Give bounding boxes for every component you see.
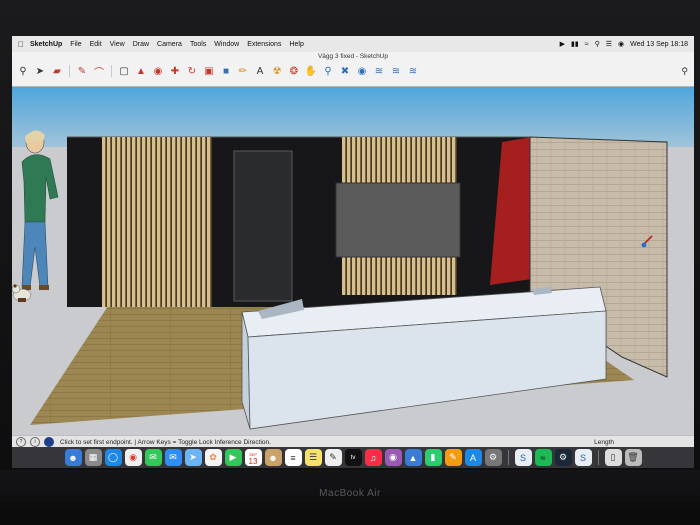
warehouse-icon[interactable]: ◉ [355, 64, 369, 78]
components-icon[interactable]: ■ [219, 64, 233, 78]
info-icon[interactable]: i [30, 437, 40, 447]
menu-file[interactable]: File [70, 41, 81, 48]
menu-view[interactable]: View [110, 41, 125, 48]
tape-measure-icon[interactable]: ✏ [236, 64, 250, 78]
dock-divider [507, 450, 509, 465]
pages-icon[interactable]: ✎ [444, 449, 462, 466]
app-menu[interactable]: SketchUp [30, 41, 62, 48]
chrome-icon[interactable]: ◉ [124, 449, 142, 466]
menubar-clock[interactable]: Wed 13 Sep 18:18 [630, 41, 688, 48]
arc-tool-icon[interactable]: ⌒ [92, 64, 106, 79]
model-viewport[interactable] [12, 87, 694, 435]
control-center-icon[interactable]: ☰ [606, 40, 612, 48]
wifi-icon[interactable]: ≈ [585, 41, 589, 48]
numbers-icon[interactable]: ▮ [424, 449, 442, 466]
dock-divider [597, 450, 599, 465]
credits-icon[interactable] [44, 437, 54, 447]
sketchup-viewer-icon[interactable]: S [574, 449, 592, 466]
rectangle-tool-icon[interactable]: ▢ [117, 64, 131, 78]
system-settings-icon[interactable]: ⚙ [484, 449, 502, 466]
music-icon[interactable]: ♫ [364, 449, 382, 466]
apple-tv-icon[interactable]: tv [344, 449, 362, 466]
search-icon[interactable]: ⚲ [595, 40, 600, 48]
scale-tool-icon[interactable]: ▣ [202, 64, 216, 78]
layout-icon[interactable]: ≋ [389, 64, 403, 78]
apple-tv-label: tv [350, 454, 356, 461]
pan-tool-icon[interactable]: ✋ [304, 64, 318, 78]
status-hint: Click to set first endpoint. | Arrow Key… [60, 438, 271, 446]
offset-tool-icon[interactable]: ◉ [151, 64, 165, 78]
instructor-icon[interactable]: ⚲ [681, 66, 688, 77]
mail-icon[interactable]: ✉ [164, 449, 182, 466]
launchpad-icon[interactable]: ▦ [84, 449, 102, 466]
reminders-icon[interactable]: ≡ [284, 449, 302, 466]
scene-canvas[interactable] [12, 87, 694, 435]
push-pull-tool-icon[interactable]: ▲ [134, 64, 148, 78]
geolocation-icon[interactable]: ? [16, 437, 26, 447]
share-model-icon[interactable]: ≋ [406, 64, 420, 78]
battery-icon[interactable]: ▮▮ [571, 40, 579, 48]
window-title: Vägg 3 fixed - SketchUp [317, 53, 389, 60]
dock: ☻ ▦ ◯ ◉ ✉ ✉ ➤ ✿ ▶ SEP 13 ☻ ≡ ☰ ✎ tv ♫ ◉ ▲… [12, 447, 694, 468]
toolbar-divider [69, 65, 70, 77]
podcasts-icon[interactable]: ◉ [384, 449, 402, 466]
select-tool-icon[interactable]: ➤ [33, 64, 47, 78]
finder-icon[interactable]: ☻ [64, 449, 82, 466]
toolbar-divider [111, 65, 112, 77]
menu-help[interactable]: Help [289, 41, 303, 48]
rotate-tool-icon[interactable]: ↻ [185, 64, 199, 78]
safari-icon[interactable]: ◯ [104, 449, 122, 466]
keynote-icon[interactable]: ▲ [404, 449, 422, 466]
paint-bucket-icon[interactable]: ☢ [270, 64, 284, 78]
calendar-day: 13 [248, 456, 258, 466]
downloads-stack-icon[interactable]: ▯ [604, 449, 622, 466]
app-store-icon[interactable]: A [464, 449, 482, 466]
steam-icon[interactable]: ⚙ [554, 449, 572, 466]
tv-screen[interactable] [335, 182, 461, 258]
extension-warehouse-icon[interactable]: ≋ [372, 64, 386, 78]
notes-icon[interactable]: ☰ [304, 449, 322, 466]
photos-icon[interactable]: ✿ [204, 449, 222, 466]
trash-icon[interactable]: 🗑 [624, 449, 642, 466]
door[interactable] [233, 150, 293, 302]
menu-extensions[interactable]: Extensions [247, 41, 281, 48]
menu-camera[interactable]: Camera [157, 41, 182, 48]
menu-draw[interactable]: Draw [133, 41, 149, 48]
screen:  SketchUp File Edit View Draw Camera To… [12, 36, 694, 468]
calendar-icon[interactable]: SEP 13 [244, 449, 262, 466]
apple-menu-icon[interactable]:  [12, 40, 30, 49]
spotify-icon[interactable]: ≈ [534, 449, 552, 466]
menu-edit[interactable]: Edit [90, 41, 102, 48]
sketchup-icon[interactable]: S [514, 449, 532, 466]
measurements-label: Length [594, 438, 614, 446]
text-tool-icon[interactable]: A [253, 64, 267, 78]
freeform-icon[interactable]: ✎ [324, 449, 342, 466]
orbit-tool-icon[interactable]: ❂ [287, 64, 301, 78]
left-slat-panel[interactable] [102, 137, 212, 307]
toolbar: Vägg 3 fixed - SketchUp ⚲ ➤ ▰ ✎ ⌒ ▢ ▲ ◉ … [12, 52, 694, 87]
pencil-tool-icon[interactable]: ✎ [75, 64, 89, 78]
messages-icon[interactable]: ✉ [144, 449, 162, 466]
move-tool-icon[interactable]: ✚ [168, 64, 182, 78]
menubar:  SketchUp File Edit View Draw Camera To… [12, 36, 694, 52]
tool-row: ⚲ ➤ ▰ ✎ ⌒ ▢ ▲ ◉ ✚ ↻ ▣ ■ ✏ A ☢ ❂ ✋ ⚲ ✖ ◉ … [16, 64, 420, 79]
contacts-icon[interactable]: ☻ [264, 449, 282, 466]
siri-icon[interactable]: ◉ [618, 40, 624, 48]
zoom-extents-icon[interactable]: ✖ [338, 64, 352, 78]
menu-tools[interactable]: Tools [190, 41, 206, 48]
search-icon[interactable]: ⚲ [16, 64, 30, 78]
zoom-tool-icon[interactable]: ⚲ [321, 64, 335, 78]
play-status-icon[interactable]: ▶ [560, 40, 565, 48]
facetime-icon[interactable]: ▶ [224, 449, 242, 466]
maps-icon[interactable]: ➤ [184, 449, 202, 466]
laptop-brand: MacBook Air [319, 488, 381, 499]
menu-window[interactable]: Window [214, 41, 239, 48]
eraser-tool-icon[interactable]: ▰ [50, 64, 64, 78]
